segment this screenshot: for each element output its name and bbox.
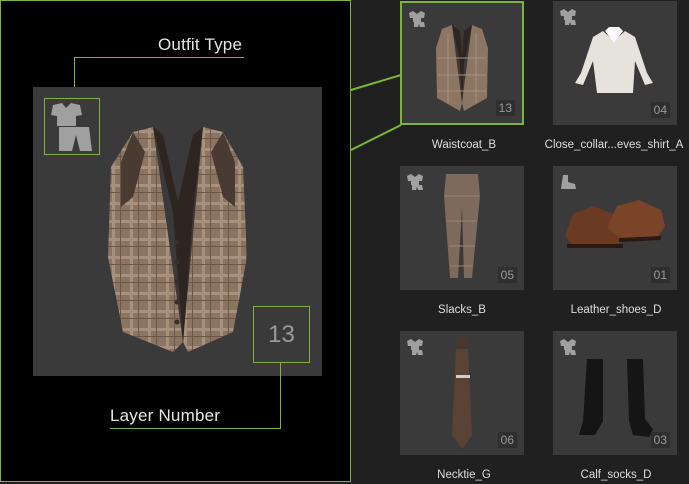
- layer-badge: 04: [650, 102, 670, 118]
- outfit-caption: Calf_socks_D: [580, 469, 652, 481]
- outfit-tile-slacks[interactable]: 05: [400, 166, 524, 290]
- shirt-icon: [406, 339, 424, 360]
- layer-badge: 05: [497, 267, 517, 283]
- outfit-type-indicator: [44, 98, 100, 155]
- outfit-caption: Waistcoat_B: [431, 139, 497, 151]
- layer-number-indicator: 13: [253, 306, 310, 363]
- layer-badge: 01: [650, 267, 670, 283]
- outfit-tile-waistcoat[interactable]: 13: [400, 1, 524, 125]
- outfit-type-leader-h: [74, 57, 244, 58]
- layer-number-leader-h: [110, 428, 281, 429]
- layer-badge: 06: [497, 432, 517, 448]
- layer-badge: 03: [650, 432, 670, 448]
- outfit-type-label: Outfit Type: [158, 35, 243, 54]
- shirt-icon: [51, 103, 92, 151]
- outfit-caption: Close_collar...eves_shirt_A: [544, 139, 684, 151]
- shirt-icon: [406, 174, 424, 195]
- shirt-icon: [559, 339, 577, 360]
- shirt-icon: [559, 9, 577, 30]
- layer-number-leader-v: [280, 363, 281, 428]
- shirt-icon: [408, 11, 426, 32]
- layer-number-label: Layer Number: [110, 406, 221, 425]
- outfit-caption: Necktie_G: [437, 469, 491, 481]
- outfit-caption: Slacks_B: [438, 304, 486, 316]
- outfit-tile-socks[interactable]: 03: [553, 331, 677, 455]
- outfit-caption: Leather_shoes_D: [570, 304, 662, 316]
- boot-icon: [559, 174, 577, 195]
- outfit-tile-necktie[interactable]: 06: [400, 331, 524, 455]
- outfit-tile-shirt[interactable]: 04: [553, 1, 677, 125]
- outfit-tile-shoes[interactable]: 01: [553, 166, 677, 290]
- layer-badge: 13: [495, 100, 515, 116]
